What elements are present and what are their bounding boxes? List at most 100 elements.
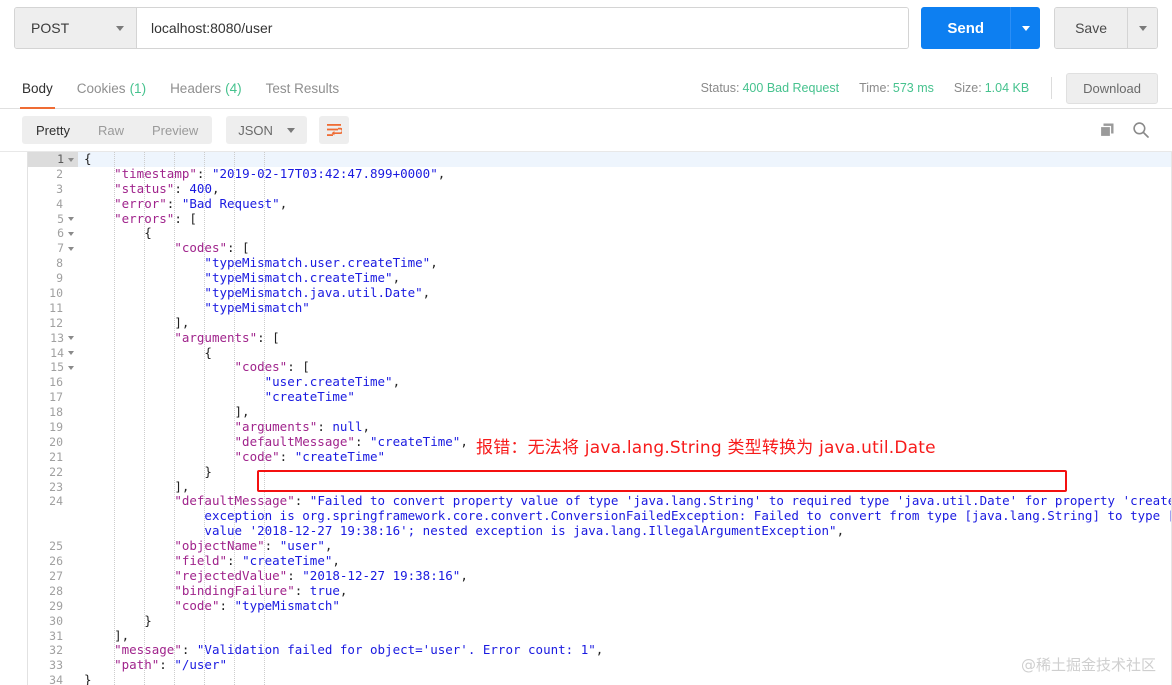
code-token: ,	[332, 553, 340, 569]
http-method-select[interactable]: POST	[15, 8, 137, 48]
tab-headers[interactable]: Headers (4)	[158, 68, 254, 109]
code-token: "user.createTime"	[264, 374, 393, 390]
language-select[interactable]: JSON	[226, 116, 307, 144]
code-line-continuation: value '2018-12-27 19:38:16'; nested exce…	[28, 523, 1172, 540]
response-body-viewer[interactable]: 1{2 "timestamp": "2019-02-17T03:42:47.89…	[0, 151, 1172, 685]
code-line-text: "user.createTime",	[78, 374, 1172, 390]
format-raw[interactable]: Raw	[84, 116, 138, 144]
fold-toggle-icon[interactable]	[68, 336, 74, 341]
code-token: ,	[460, 433, 468, 449]
code-token: {	[204, 344, 212, 360]
code-token: "codes"	[174, 240, 227, 256]
line-number: 7	[28, 241, 78, 257]
format-preview[interactable]: Preview	[138, 116, 212, 144]
word-wrap-icon	[326, 124, 342, 136]
code-token: }	[204, 463, 212, 479]
line-number: 15	[28, 360, 78, 376]
search-icon	[1133, 122, 1149, 138]
save-button[interactable]: Save	[1055, 8, 1127, 48]
code-line-text: {	[78, 226, 1172, 241]
code-line-text: "arguments": [	[78, 329, 1172, 346]
line-number: 34	[28, 673, 78, 685]
code-token: "codes"	[234, 359, 288, 375]
code-line-text: "createTime"	[78, 389, 1172, 405]
watermark: @稀土掘金技术社区	[1020, 656, 1156, 674]
line-number: 18	[28, 405, 78, 421]
tab-test-results[interactable]: Test Results	[254, 68, 352, 109]
code-token: ,	[430, 255, 438, 271]
code-line: 28 "bindingFailure": true,	[28, 583, 1172, 599]
line-number: 23	[28, 479, 78, 495]
code-line: 13 "arguments": [	[28, 329, 1172, 346]
fold-toggle-icon[interactable]	[68, 365, 74, 370]
line-number: 4	[28, 196, 78, 212]
code-scroll-region[interactable]: 1{2 "timestamp": "2019-02-17T03:42:47.89…	[28, 152, 1172, 685]
time-meta[interactable]: Time: 573 ms	[859, 81, 934, 95]
line-number: 28	[28, 583, 78, 599]
code-token: ,	[324, 538, 333, 554]
indent-guide	[144, 152, 146, 685]
code-token: ],	[174, 314, 190, 330]
code-line-text: "code": "typeMismatch"	[78, 597, 1172, 614]
response-tab-bar: Body Cookies (1) Headers (4) Test Result…	[0, 68, 1172, 109]
code-line-text: "codes": [	[78, 240, 1172, 256]
fold-toggle-icon[interactable]	[68, 157, 74, 162]
tab-body[interactable]: Body	[10, 68, 65, 109]
save-button-group: Save	[1054, 7, 1158, 49]
tab-cookies-label: Cookies	[76, 80, 126, 96]
send-options-button[interactable]	[1010, 7, 1041, 49]
word-wrap-button[interactable]	[318, 116, 349, 144]
code-token: :	[294, 493, 310, 509]
format-pretty[interactable]: Pretty	[22, 116, 84, 144]
fold-toggle-icon[interactable]	[68, 246, 74, 251]
code-token: "path"	[114, 657, 160, 673]
download-button[interactable]: Download	[1066, 72, 1158, 104]
code-token: "user"	[279, 538, 325, 554]
code-line: 33 "path": "/user"	[28, 657, 1172, 674]
tab-cookies[interactable]: Cookies (1)	[65, 68, 158, 109]
code-line-text: "typeMismatch.createTime",	[78, 270, 1172, 286]
code-line-text: }	[78, 672, 1172, 685]
time-value: 573 ms	[892, 81, 934, 95]
code-line: 6 {	[28, 226, 1172, 242]
fold-toggle-icon[interactable]	[68, 217, 74, 222]
code-line: 34}	[28, 672, 1172, 685]
status-meta[interactable]: Status: 400 Bad Request	[701, 81, 840, 95]
line-number: 24	[28, 494, 78, 510]
code-line-text: "timestamp": "2019-02-17T03:42:47.899+00…	[78, 165, 1172, 182]
code-token: "timestamp"	[114, 165, 197, 181]
code-token: "typeMismatch.java.util.Date"	[204, 285, 423, 301]
code-token: ,	[211, 180, 220, 196]
code-token: ,	[362, 419, 371, 435]
code-line-text: }	[78, 613, 1172, 629]
code-line-text: {	[78, 344, 1172, 361]
http-method-label: POST	[31, 20, 70, 36]
line-number: 3	[28, 181, 78, 197]
fold-toggle-icon[interactable]	[68, 231, 74, 236]
line-number: 14	[28, 345, 78, 361]
response-meta: Status: 400 Bad Request Time: 573 ms Size:…	[681, 72, 1172, 104]
search-button[interactable]	[1132, 121, 1150, 139]
line-number: 29	[28, 598, 78, 614]
code-token: "2018-12-27 19:38:16"	[302, 567, 461, 583]
send-button-group: Send	[921, 7, 1041, 49]
code-token: "2019-02-17T03:42:47.899+0000"	[211, 165, 438, 181]
code-token: ,	[595, 642, 604, 658]
code-line-text: }	[78, 463, 1172, 480]
code-token: :	[174, 180, 190, 196]
code-token: : [	[257, 329, 280, 345]
send-button[interactable]: Send	[921, 7, 1011, 49]
save-options-button[interactable]	[1127, 8, 1157, 48]
code-token: "arguments"	[174, 329, 258, 345]
line-number: 32	[28, 643, 78, 659]
code-token: "code"	[174, 597, 220, 613]
request-url-input[interactable]	[137, 8, 909, 48]
code-line-text: value '2018-12-27 19:38:16'; nested exce…	[78, 523, 1172, 539]
code-token: ,	[279, 195, 288, 211]
code-token: ,	[460, 567, 468, 583]
code-token: "createTime"	[294, 448, 386, 464]
fold-toggle-icon[interactable]	[68, 351, 74, 356]
copy-button[interactable]	[1099, 122, 1116, 139]
size-meta[interactable]: Size: 1.04 KB	[954, 81, 1029, 95]
code-token: "createTime"	[370, 433, 461, 449]
